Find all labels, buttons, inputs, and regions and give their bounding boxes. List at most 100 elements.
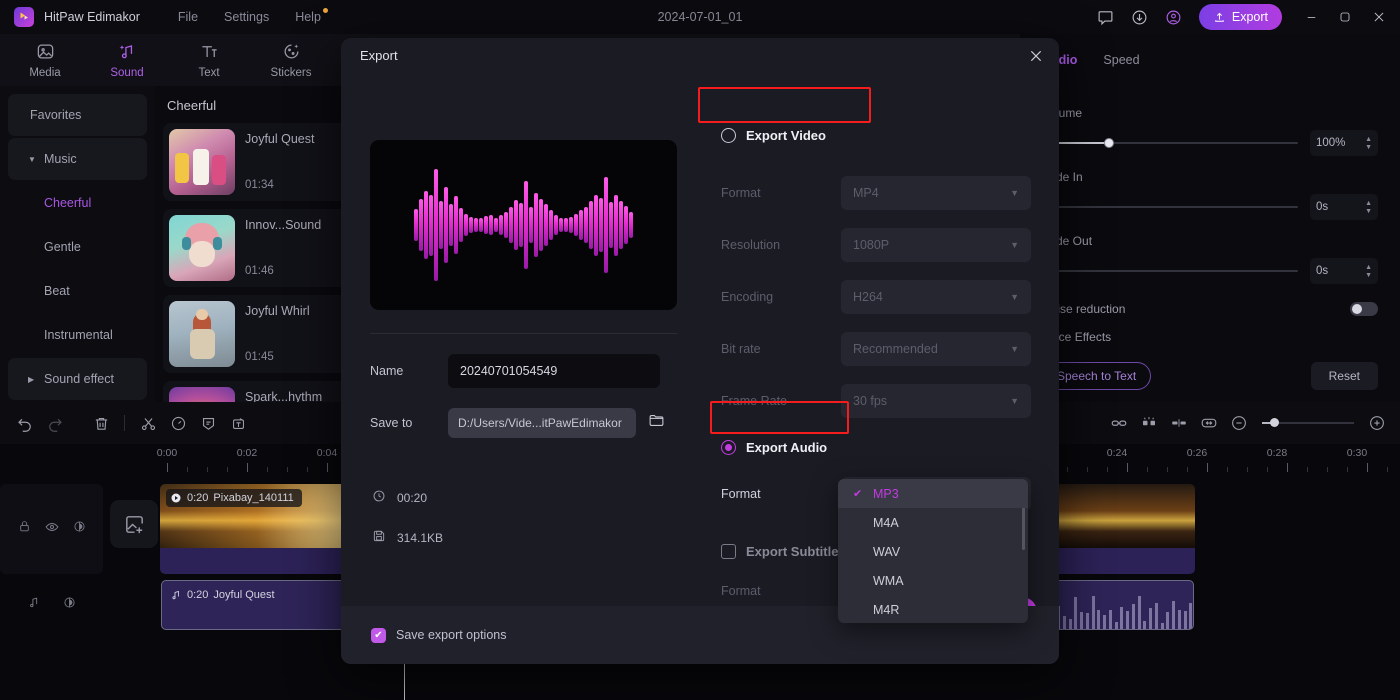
resolution-row: Resolution 1080P ▼ (721, 228, 1031, 262)
sidebar-item-favorites[interactable]: Favorites (8, 94, 147, 136)
split-icon[interactable] (133, 408, 163, 438)
sidebar-item-beat[interactable]: Beat (8, 270, 147, 312)
volume-value: 100% (1316, 137, 1345, 149)
sidebar-item-instrumental[interactable]: Instrumental (8, 314, 147, 356)
keyframe-icon[interactable] (1134, 408, 1164, 438)
audio-format-dropdown[interactable]: ✔ MP3 M4A WAV WMA M4R (838, 479, 1028, 623)
add-media-button[interactable] (110, 500, 158, 548)
export-audio-radio[interactable] (721, 440, 736, 455)
zoom-out-icon[interactable] (1224, 408, 1254, 438)
link-icon[interactable] (1104, 408, 1134, 438)
framerate-select[interactable]: 30 fps ▼ (841, 384, 1031, 418)
tool-tab-stickers[interactable]: Stickers (264, 42, 318, 79)
chevron-down-icon: ▼ (1010, 344, 1019, 354)
fit-icon[interactable] (1194, 408, 1224, 438)
track-header-video-icons (0, 484, 103, 574)
lock-icon[interactable] (18, 520, 31, 538)
dropdown-option-m4a[interactable]: M4A (838, 508, 1028, 537)
dropdown-option-wma-label: WMA (873, 574, 904, 588)
duration-meta: 00:20 (372, 489, 427, 506)
sidebar-item-gentle[interactable]: Gentle (8, 226, 147, 268)
video-format-select[interactable]: MP4 ▼ (841, 176, 1031, 210)
download-icon[interactable] (1125, 2, 1155, 32)
save-export-options-checkbox[interactable]: ✔ (371, 628, 386, 643)
close-icon[interactable] (1023, 43, 1049, 69)
redo-icon[interactable] (40, 408, 70, 438)
dropdown-option-mp3[interactable]: ✔ MP3 (838, 479, 1028, 508)
volume-slider[interactable] (1042, 142, 1298, 144)
encoding-select[interactable]: H264 ▼ (841, 280, 1031, 314)
app-name: HitPaw Edimakor (44, 10, 140, 24)
sidebar-item-music[interactable]: ▼ Music (8, 138, 147, 180)
fade-in-slider[interactable] (1042, 206, 1298, 208)
ruler-label: 0:26 (1187, 447, 1207, 459)
eye-icon[interactable] (45, 520, 59, 539)
sidebar-item-cheerful[interactable]: Cheerful (8, 182, 147, 224)
fade-out-slider[interactable] (1042, 270, 1298, 272)
tool-tab-sound[interactable]: Sound (100, 42, 154, 79)
fade-out-stepper[interactable]: 0s ▲▼ (1310, 258, 1378, 284)
folder-icon[interactable] (648, 412, 665, 434)
save-export-options-row[interactable]: ✔ Save export options (371, 628, 507, 643)
fade-in-stepper[interactable]: 0s ▲▼ (1310, 194, 1378, 220)
dropdown-option-wav[interactable]: WAV (838, 537, 1028, 566)
export-subtitles-row[interactable]: Export Subtitles (721, 544, 846, 559)
window-close-button[interactable] (1364, 0, 1394, 34)
export-audio-radio-row[interactable]: Export Audio (721, 440, 827, 455)
mute-icon[interactable] (73, 520, 86, 538)
video-format-label: Format (721, 186, 841, 200)
export-subtitles-checkbox[interactable] (721, 544, 736, 559)
stepper-arrows-icon[interactable]: ▲▼ (1365, 264, 1372, 279)
chevron-right-icon: ▶ (28, 375, 34, 384)
fade-out-label: Fade Out (1042, 234, 1378, 248)
window-minimize-button[interactable] (1296, 0, 1326, 34)
export-button-titlebar[interactable]: Export (1199, 4, 1282, 30)
export-video-radio[interactable] (721, 128, 736, 143)
menu-item-help[interactable]: Help (295, 10, 321, 24)
audio-icon[interactable] (28, 596, 41, 614)
undo-icon[interactable] (10, 408, 40, 438)
align-icon[interactable] (1164, 408, 1194, 438)
thumbnail (169, 129, 235, 195)
bitrate-select[interactable]: Recommended ▼ (841, 332, 1031, 366)
speed-icon[interactable] (163, 408, 193, 438)
mute-icon[interactable] (63, 596, 76, 614)
timeline-clip-video-label: 0:20 Pixabay_140111 (166, 489, 302, 507)
timeline-zoom-slider[interactable] (1262, 422, 1354, 424)
timeline-zoom-knob[interactable] (1270, 418, 1279, 427)
tool-tab-text[interactable]: Text (182, 42, 236, 79)
feedback-icon[interactable] (1091, 2, 1121, 32)
reset-button[interactable]: Reset (1311, 362, 1378, 390)
volume-label: Volume (1042, 106, 1378, 120)
bitrate-label: Bit rate (721, 342, 841, 356)
tab-speed[interactable]: Speed (1103, 53, 1139, 67)
menu-item-file[interactable]: File (178, 10, 198, 24)
volume-stepper[interactable]: 100% ▲▼ (1310, 130, 1378, 156)
window-maximize-button[interactable] (1330, 0, 1360, 34)
app-window: HitPaw Edimakor File Settings Help 2024-… (0, 0, 1400, 700)
dropdown-option-m4r[interactable]: M4R (838, 595, 1028, 623)
track-header-video (0, 484, 103, 574)
export-video-radio-row[interactable]: Export Video (721, 128, 826, 143)
save-to-input[interactable]: D:/Users/Vide...itPawEdimakor (448, 408, 636, 438)
dropdown-option-wma[interactable]: WMA (838, 566, 1028, 595)
volume-slider-knob[interactable] (1104, 138, 1114, 148)
mask-icon[interactable] (193, 408, 223, 438)
delete-icon[interactable] (86, 408, 116, 438)
menu-item-settings[interactable]: Settings (224, 10, 269, 24)
tool-tab-stickers-label: Stickers (271, 67, 312, 79)
save-to-value: D:/Users/Vide...itPawEdimakor (458, 416, 622, 430)
zoom-in-icon[interactable] (1362, 408, 1392, 438)
save-export-options-label: Save export options (396, 628, 507, 642)
sidebar-item-sound-effect[interactable]: ▶ Sound effect (8, 358, 147, 400)
resolution-select[interactable]: 1080P ▼ (841, 228, 1031, 262)
stepper-arrows-icon[interactable]: ▲▼ (1365, 136, 1372, 151)
text-template-icon[interactable] (223, 408, 253, 438)
name-input[interactable]: 20240701054549 (448, 354, 660, 388)
stepper-arrows-icon[interactable]: ▲▼ (1365, 200, 1372, 215)
account-icon[interactable] (1159, 2, 1189, 32)
chevron-down-icon: ▼ (1010, 188, 1019, 198)
noise-reduction-toggle[interactable] (1350, 302, 1378, 316)
tool-tab-media[interactable]: Media (18, 42, 72, 79)
properties-tabs: Audio Speed (1020, 34, 1400, 86)
